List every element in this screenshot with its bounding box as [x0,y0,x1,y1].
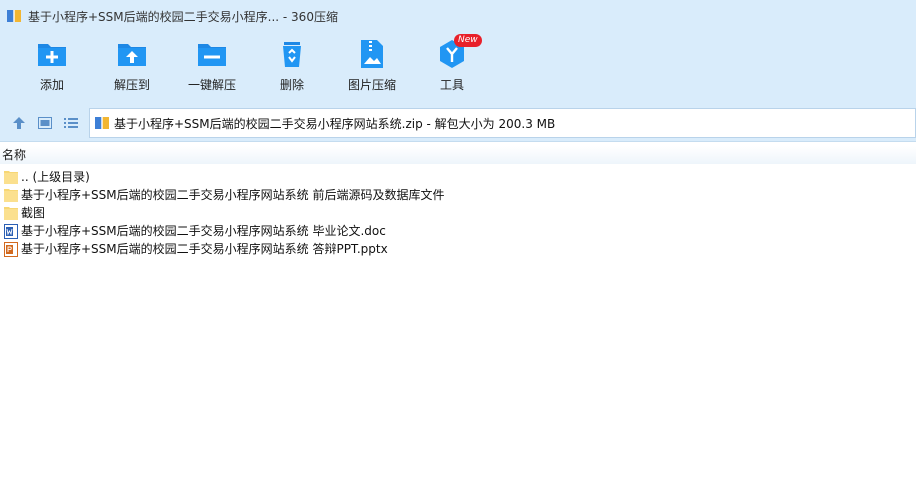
folder-icon [4,188,18,202]
tools-icon-wrap: New [436,34,482,70]
arrow-up-icon [13,117,25,129]
add-folder-icon [38,44,66,66]
title-bar: 基于小程序+SSM后端的校园二手交易小程序... - 360压缩 [0,0,916,32]
zip-file-icon [95,117,109,129]
extract-to-button[interactable]: 解压到 [92,38,172,93]
list-view-button[interactable] [62,114,80,132]
view-window-icon [38,117,52,129]
list-item[interactable]: 基于小程序+SSM后端的校园二手交易小程序网站系统 毕业论文.doc [0,222,916,240]
recycle-delete-icon [283,42,301,67]
address-bar: 基于小程序+SSM后端的校园二手交易小程序网站系统.zip - 解包大小为 20… [0,104,916,142]
one-click-extract-icon [198,44,226,66]
window-title: 基于小程序+SSM后端的校园二手交易小程序... - 360压缩 [28,9,338,24]
toolbar: 添加 解压到 一键解压 删除 图片压缩 New 工具 [0,32,916,104]
folder-icon [4,170,18,184]
folder-icon [4,206,18,220]
list-item[interactable]: 截图 [0,204,916,222]
list-item[interactable]: 基于小程序+SSM后端的校园二手交易小程序网站系统 答辩PPT.pptx [0,240,916,258]
powerpoint-icon [4,241,18,257]
path-text: 基于小程序+SSM后端的校园二手交易小程序网站系统.zip - 解包大小为 20… [114,116,556,131]
extract-to-icon [118,44,146,66]
file-list: .. (上级目录) 基于小程序+SSM后端的校园二手交易小程序网站系统 前后端源… [0,168,916,258]
list-view-icon [64,118,78,128]
word-doc-icon [4,223,18,239]
list-item[interactable]: 基于小程序+SSM后端的校园二手交易小程序网站系统 前后端源码及数据库文件 [0,186,916,204]
new-badge: New [454,34,482,47]
up-level-button[interactable] [10,114,28,132]
delete-button[interactable]: 删除 [252,38,332,93]
image-compress-button[interactable]: 图片压缩 [332,38,412,93]
column-header-name[interactable]: 名称 [0,146,916,164]
one-click-extract-button[interactable]: 一键解压 [172,38,252,93]
list-item[interactable]: .. (上级目录) [0,168,916,186]
archive-app-icon [7,10,21,22]
add-button[interactable]: 添加 [12,38,92,93]
tools-button[interactable]: New 工具 [412,34,492,93]
path-field[interactable]: 基于小程序+SSM后端的校园二手交易小程序网站系统.zip - 解包大小为 20… [89,108,916,138]
image-compress-icon [361,40,383,68]
view-mode-button[interactable] [36,114,54,132]
